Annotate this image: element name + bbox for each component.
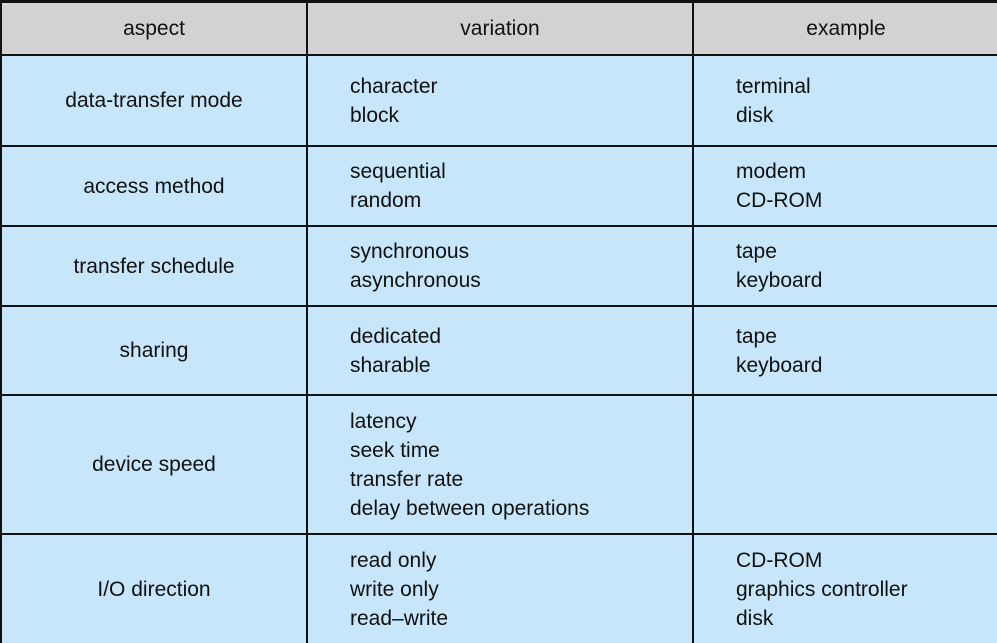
variation-item: write only: [350, 577, 439, 601]
variation-item: character: [350, 74, 438, 98]
aspect-label: I/O direction: [97, 577, 211, 601]
aspect-label: data-transfer mode: [65, 89, 243, 112]
variation-item: dedicated: [350, 324, 442, 348]
example-item: graphics controller: [736, 577, 908, 601]
variation-item: block: [350, 103, 400, 127]
example-item: tape: [736, 240, 777, 263]
variation-item: sequential: [350, 160, 446, 183]
example-item: keyboard: [736, 353, 823, 377]
variation-item: synchronous: [350, 240, 470, 263]
cell-variation: dedicated sharable: [307, 306, 694, 396]
cell-variation: latency seek time transfer rate delay be…: [307, 395, 694, 535]
table-header: aspect variation example: [0, 0, 997, 56]
table-row: sharing dedicated sharable tape keyboard: [0, 306, 997, 396]
table-row: device speed latency seek time transfer …: [0, 395, 997, 535]
aspect-label: device speed: [92, 453, 216, 476]
table-header-row: aspect variation example: [0, 0, 997, 56]
cell-aspect: sharing: [0, 306, 308, 396]
column-header-variation: variation: [307, 0, 694, 56]
cell-aspect: I/O direction: [0, 534, 308, 643]
cell-example: CD-ROM graphics controller disk: [693, 534, 997, 643]
variation-item: read–write: [350, 606, 449, 630]
aspect-label: access method: [83, 174, 225, 198]
cell-variation: sequential random: [307, 146, 694, 227]
cell-aspect: transfer schedule: [0, 226, 308, 307]
variation-item: delay between operations: [350, 496, 590, 520]
cell-example: terminal disk: [693, 55, 997, 147]
example-item: CD-ROM: [736, 189, 823, 212]
variation-item: read only: [350, 548, 437, 572]
variation-item: random: [350, 189, 422, 212]
cell-example: tape keyboard: [693, 226, 997, 307]
cell-example: modem CD-ROM: [693, 146, 997, 227]
table-body: data-transfer mode character block termi…: [0, 55, 997, 643]
table-row: transfer schedule synchronous asynchrono…: [0, 226, 997, 307]
variation-item: latency: [350, 409, 417, 433]
variation-item: transfer rate: [350, 467, 464, 491]
cell-variation: character block: [307, 55, 694, 147]
example-item: disk: [736, 606, 774, 630]
example-item: CD-ROM: [736, 548, 823, 572]
column-header-example: example: [693, 0, 997, 56]
variation-item: seek time: [350, 438, 440, 462]
example-item: keyboard: [736, 269, 823, 292]
aspect-label: sharing: [119, 339, 189, 362]
example-item: tape: [736, 324, 777, 348]
cell-variation: synchronous asynchronous: [307, 226, 694, 307]
variation-item: asynchronous: [350, 269, 481, 292]
cell-aspect: access method: [0, 146, 308, 227]
variation-item: sharable: [350, 353, 431, 377]
table-row: I/O direction read only write only read–…: [0, 534, 997, 643]
cell-example: tape keyboard: [693, 306, 997, 396]
table-row: access method sequential random modem CD…: [0, 146, 997, 227]
example-item: modem: [736, 160, 807, 183]
cell-aspect: device speed: [0, 395, 308, 535]
table-row: data-transfer mode character block termi…: [0, 55, 997, 147]
column-header-aspect: aspect: [0, 0, 308, 56]
cell-example-empty: [693, 395, 997, 535]
cell-aspect: data-transfer mode: [0, 55, 308, 147]
example-item: terminal: [736, 74, 811, 98]
example-item: disk: [736, 103, 774, 127]
device-characteristics-table: aspect variation example data-transfer m…: [0, 0, 997, 643]
aspect-label: transfer schedule: [73, 254, 235, 278]
cell-variation: read only write only read–write: [307, 534, 694, 643]
